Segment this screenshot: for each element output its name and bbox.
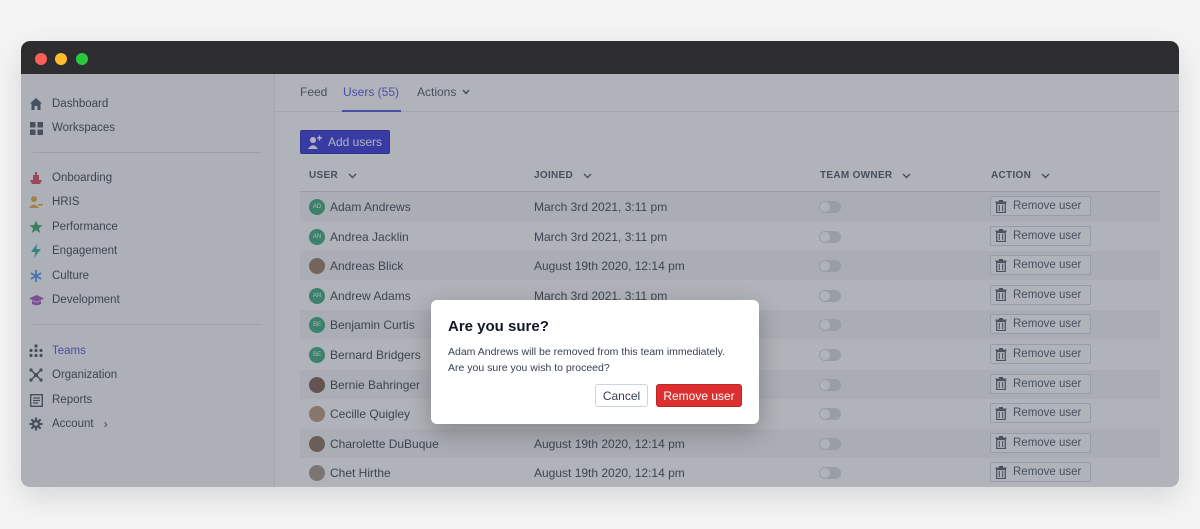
cancel-button[interactable]: Cancel xyxy=(595,384,648,407)
minimize-window-button[interactable] xyxy=(55,53,67,65)
close-window-button[interactable] xyxy=(35,53,47,65)
dialog-title: Are you sure? xyxy=(448,318,549,335)
confirm-dialog: Are you sure? Adam Andrews will be remov… xyxy=(431,300,759,424)
app-content: Dashboard Workspaces Onboarding HRIS Per… xyxy=(21,74,1179,487)
title-bar xyxy=(21,41,1179,74)
confirm-remove-user-button[interactable]: Remove user xyxy=(656,384,742,407)
modal-backdrop[interactable] xyxy=(21,74,1179,487)
dialog-message: Adam Andrews will be removed from this t… xyxy=(448,346,725,374)
zoom-window-button[interactable] xyxy=(76,53,88,65)
